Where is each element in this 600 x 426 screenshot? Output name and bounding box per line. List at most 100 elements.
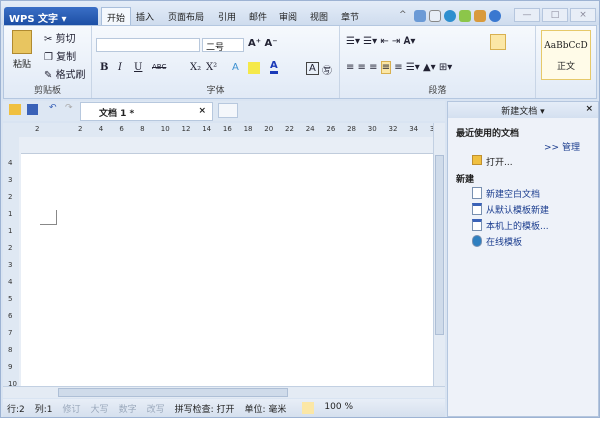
- superscript-button[interactable]: X²: [206, 62, 217, 73]
- redo-icon[interactable]: ↷: [65, 103, 73, 113]
- grow-font-icon[interactable]: A⁺ A⁻: [248, 38, 278, 49]
- copy-button[interactable]: ❐ 复制: [44, 48, 76, 63]
- ruler-mark: 18: [243, 125, 253, 133]
- folder-icon: [472, 155, 482, 165]
- ruler-mark: 20: [264, 125, 274, 133]
- local-template-link[interactable]: 本机上的模板...: [486, 219, 549, 232]
- help-icon[interactable]: [489, 10, 501, 22]
- subscript-button[interactable]: X₂: [190, 62, 201, 73]
- status-caps: 大写: [90, 405, 109, 415]
- scroll-thumb[interactable]: [435, 155, 444, 335]
- style-normal[interactable]: AaBbCcD 正文: [541, 30, 591, 80]
- clipboard-group: 粘贴 ✂ 剪切 ❐ 复制 ✎ 格式刷 剪贴板: [4, 26, 92, 98]
- ruler-mark: 32: [388, 125, 398, 133]
- cut-button[interactable]: ✂ 剪切: [44, 30, 76, 45]
- title-bar: WPS 文字 ▾ 开始 插入 页面布局 引用 邮件 审阅 视图 章节 ^ — □…: [1, 1, 599, 25]
- horizontal-scrollbar[interactable]: [3, 386, 445, 398]
- clipboard-group-label: 剪贴板: [33, 86, 61, 96]
- home-icon[interactable]: [429, 10, 441, 22]
- vruler-mark: 1: [8, 210, 13, 218]
- ruler-mark: 4: [98, 125, 104, 133]
- tab-document-1[interactable]: 文档 1 * ×: [80, 102, 213, 121]
- underline-button[interactable]: U: [134, 62, 142, 73]
- open-link[interactable]: 打开...: [486, 155, 513, 168]
- new-tab-button[interactable]: [218, 103, 238, 118]
- text-effect-icon[interactable]: A: [232, 62, 239, 73]
- close-tab-icon[interactable]: ×: [198, 106, 206, 116]
- document-tab-bar: ↶ ↷ 文档 1 * ×: [3, 101, 445, 121]
- ribbon: 粘贴 ✂ 剪切 ❐ 复制 ✎ 格式刷 剪贴板 二号 A⁺ A⁻ B I U AB…: [3, 25, 597, 99]
- format-painter-button[interactable]: ✎ 格式刷: [44, 66, 86, 81]
- window-icon[interactable]: [414, 10, 426, 22]
- default-template-link[interactable]: 从默认模板新建: [486, 203, 549, 216]
- online-icon[interactable]: [444, 10, 456, 22]
- font-name-combo[interactable]: [96, 38, 200, 52]
- online-template-icon: [472, 235, 482, 247]
- style-sample: AaBbCcD: [544, 41, 588, 51]
- skin-icon[interactable]: [459, 10, 471, 22]
- ruler-mark: 2: [78, 125, 83, 133]
- close-button[interactable]: ×: [570, 8, 596, 22]
- vruler-mark: 9: [8, 363, 13, 371]
- ruler-mark: 30: [367, 125, 377, 133]
- status-revise[interactable]: 修订: [63, 402, 81, 415]
- italic-button[interactable]: I: [118, 62, 122, 73]
- paste-label: 粘贴: [12, 60, 31, 70]
- ruler-mark: 34: [409, 125, 419, 133]
- ruler-mark: 14: [202, 125, 212, 133]
- online-template-link[interactable]: 在线模板: [486, 235, 522, 248]
- show-marks-icon[interactable]: [490, 34, 506, 50]
- font-color-icon[interactable]: A: [270, 60, 278, 74]
- vruler-mark: 6: [8, 312, 13, 320]
- vruler-mark: 2: [8, 193, 13, 201]
- ruler-mark: 16: [222, 125, 232, 133]
- vertical-ruler[interactable]: 4 3 2 1 1 2 3 4 5 6 7 8 9 10: [3, 137, 19, 388]
- new-blank-link[interactable]: 新建空白文档: [486, 187, 540, 200]
- strikethrough-button[interactable]: ABC: [152, 63, 166, 71]
- minimize-button[interactable]: —: [514, 8, 540, 22]
- wps-menu-button[interactable]: WPS 文字 ▾: [4, 7, 98, 25]
- tab-references[interactable]: 引用: [213, 7, 241, 25]
- paste-button[interactable]: 粘贴: [10, 30, 34, 70]
- font-size-combo[interactable]: 二号: [202, 38, 244, 53]
- close-pane-icon[interactable]: ×: [585, 104, 593, 114]
- manage-link[interactable]: >> 管理: [544, 140, 580, 153]
- status-num: 数字: [118, 405, 137, 415]
- tab-mail[interactable]: 邮件: [244, 7, 272, 25]
- tab-review[interactable]: 审阅: [274, 7, 302, 25]
- blank-doc-icon: [472, 187, 482, 199]
- tab-page-layout[interactable]: 页面布局: [163, 7, 209, 25]
- page-view-icon[interactable]: [302, 402, 315, 414]
- tab-home[interactable]: 开始: [101, 7, 132, 25]
- status-col: 列:1: [34, 405, 53, 415]
- bold-button[interactable]: B: [100, 62, 108, 73]
- user-icon[interactable]: [474, 10, 486, 22]
- ruler-mark: 28: [347, 125, 357, 133]
- hscroll-thumb[interactable]: [58, 388, 288, 397]
- status-unit[interactable]: 单位: 毫米: [245, 402, 287, 415]
- char-border-icon[interactable]: A: [306, 62, 319, 75]
- bullets-icon[interactable]: ☰▾ ☰▾ ⇤ ⇥ 𝐀▾: [346, 36, 415, 47]
- status-row: 行:2: [7, 405, 25, 415]
- document-page[interactable]: [21, 153, 433, 386]
- undo-icon[interactable]: ↶: [49, 103, 57, 113]
- align-icons[interactable]: ≡ ≡ ≡ ≡ ≡ ☰▾ ▲▾ ⊞▾: [346, 61, 452, 74]
- collapse-icon[interactable]: ^: [399, 10, 411, 22]
- save-icon[interactable]: [27, 104, 38, 115]
- ruler-mark: 6: [119, 125, 124, 133]
- open-icon[interactable]: [9, 104, 21, 115]
- margin-corner-mark: [40, 210, 57, 225]
- highlight-icon[interactable]: [248, 62, 260, 74]
- vertical-scrollbar[interactable]: [433, 123, 445, 386]
- task-pane-title[interactable]: 新建文档 ▾: [501, 107, 544, 117]
- tab-insert[interactable]: 插入: [131, 7, 159, 25]
- status-overwrite[interactable]: 改写: [147, 402, 165, 415]
- horizontal-ruler[interactable]: 224681012141618202224262830323436: [3, 123, 445, 137]
- tab-chapter[interactable]: 章节: [336, 7, 364, 25]
- paste-icon: [12, 30, 32, 54]
- enclose-char-icon[interactable]: ㊢: [322, 62, 332, 77]
- status-spellcheck[interactable]: 拼写检查: 打开: [175, 402, 235, 415]
- maximize-button[interactable]: □: [542, 8, 568, 22]
- tab-view[interactable]: 视图: [305, 7, 333, 25]
- document-tab-title: 文档 1 *: [99, 109, 135, 119]
